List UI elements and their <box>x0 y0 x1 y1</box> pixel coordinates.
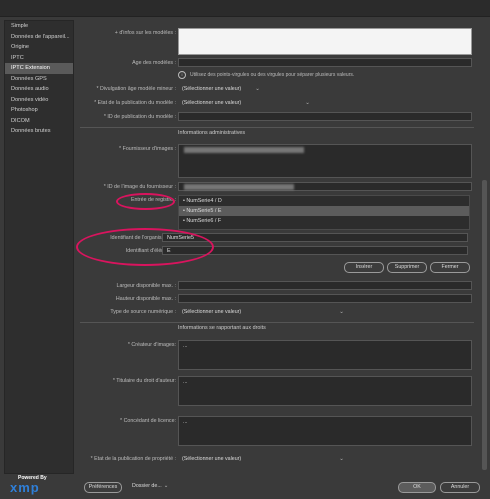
copyright-owner-field[interactable]: ... <box>178 376 472 406</box>
minor-disclosure-label: * Divulgation âge modèle mineur : <box>96 86 177 92</box>
supplier-image-id-label: * ID de l'image du fournisseur : <box>103 184 176 190</box>
divider <box>80 322 474 323</box>
sidebar-item[interactable]: DICOM <box>5 116 73 127</box>
models-age-note: i Utilisez des points-virgules ou des vir… <box>178 71 354 79</box>
creator-value: ... <box>183 343 188 349</box>
chevron-down-icon: ⌄ <box>339 309 344 315</box>
property-release-value: (Sélectionner une valeur) <box>182 456 242 462</box>
sidebar-item[interactable]: IPTC Extension <box>5 63 73 74</box>
minor-disclosure-value: (Sélectionner une valeur) <box>182 86 242 92</box>
property-release-select[interactable]: (Sélectionner une valeur) ⌄ <box>182 456 344 462</box>
preferences-button[interactable]: Préférences <box>84 482 122 493</box>
licensor-value: ... <box>183 419 188 425</box>
chevron-down-icon: ⌄ <box>305 100 310 106</box>
models-age-label: Age des modèles : <box>132 60 176 66</box>
sidebar-item[interactable]: Données de l'appareil... <box>5 32 73 43</box>
sidebar-item[interactable]: Données audio <box>5 84 73 95</box>
xmp-logo: xmp <box>10 480 40 495</box>
model-release-status-select[interactable]: (Sélectionner une valeur) ⌄ <box>182 100 310 106</box>
sidebar-item[interactable]: Origine <box>5 42 73 53</box>
models-age-note-text: Utilisez des points-virgules ou des virg… <box>190 72 355 78</box>
admin-section-title: Informations administratives <box>178 130 246 136</box>
redacted-supplier-text <box>184 147 304 153</box>
model-release-id-field[interactable] <box>178 112 472 121</box>
folder-value: Dossier de... <box>132 483 162 489</box>
max-height-label: Hauteur disponible max. : <box>115 296 176 302</box>
divider <box>80 127 474 128</box>
registry-entry-item[interactable]: • NumSerie6 / F <box>179 216 469 226</box>
licensor-field[interactable]: ... <box>178 416 472 446</box>
annotation-circle-ids <box>76 228 214 266</box>
models-info-label: + d'infos sur les modèles : <box>114 30 176 36</box>
licensor-label: * Concédant de licence: <box>120 418 176 424</box>
models-age-field[interactable] <box>178 58 472 67</box>
registry-entry-item[interactable]: • NumSerie5 / E <box>179 206 469 216</box>
image-supplier-label: * Fournisseur d'images : <box>119 146 176 152</box>
close-button[interactable]: Fermer <box>430 262 470 273</box>
property-release-label: * Etat de la publication de propriété : <box>90 456 176 462</box>
digital-source-select[interactable]: (Sélectionner une valeur) ⌄ <box>182 309 344 315</box>
copyright-owner-value: ... <box>183 379 188 385</box>
rights-section-title: Informations se rapportant aux droits <box>178 325 266 331</box>
sidebar: Simple Données de l'appareil... Origine IPT… <box>4 20 74 474</box>
annotation-circle-registry <box>116 193 175 210</box>
sidebar-item[interactable]: Données vidéo <box>5 95 73 106</box>
copyright-owner-label: * Titulaire du droit d'auteur: <box>112 378 176 384</box>
folder-dropdown[interactable]: Dossier de... ⌄ <box>132 483 168 489</box>
registry-entry-list[interactable]: • NumSerie4 / D • NumSerie5 / E • NumSerie… <box>178 195 470 230</box>
chevron-down-icon: ⌄ <box>339 456 344 462</box>
max-width-label: Largeur disponible max. : <box>116 283 176 289</box>
registry-entry-label-text: NumSerie6 / F <box>186 218 222 224</box>
max-width-field[interactable] <box>178 281 472 290</box>
model-release-status-value: (Sélectionner une valeur) <box>182 100 242 106</box>
sidebar-item[interactable]: Données brutes <box>5 126 73 137</box>
chevron-down-icon: ⌄ <box>163 483 169 489</box>
ok-button[interactable]: OK <box>398 482 436 493</box>
sidebar-item[interactable]: Simple <box>5 21 73 32</box>
creator-field[interactable]: ... <box>178 340 472 370</box>
sidebar-item[interactable]: IPTC <box>5 53 73 64</box>
cancel-button[interactable]: Annuler <box>440 482 480 493</box>
info-icon: i <box>178 71 186 79</box>
max-height-field[interactable] <box>178 294 472 303</box>
creator-label: * Créateur d'images: <box>127 342 176 348</box>
digital-source-value: (Sélectionner une valeur) <box>182 309 242 315</box>
registry-entry-label-text: NumSerie4 / D <box>186 198 222 204</box>
digital-source-label: Type de source numérique : <box>110 309 176 315</box>
model-release-id-label: * ID de publication du modèle : <box>103 114 176 120</box>
registry-entry-item[interactable]: • NumSerie4 / D <box>179 196 469 206</box>
registry-entry-label-text: NumSerie5 / E <box>186 208 222 214</box>
minor-disclosure-select[interactable]: (Sélectionner une valeur) ⌄ <box>182 86 260 92</box>
window-titlebar <box>0 0 490 17</box>
sidebar-item[interactable]: Données GPS <box>5 74 73 85</box>
redacted-id-text <box>184 184 294 190</box>
chevron-down-icon: ⌄ <box>255 86 260 92</box>
scrollbar[interactable] <box>482 180 487 470</box>
sidebar-item[interactable]: Photoshop <box>5 105 73 116</box>
insert-button[interactable]: Insérer <box>344 262 384 273</box>
delete-button[interactable]: Supprimer <box>387 262 427 273</box>
models-info-field[interactable] <box>178 28 472 55</box>
model-release-status-label: * Etat de la publication du modèle : <box>94 100 176 106</box>
